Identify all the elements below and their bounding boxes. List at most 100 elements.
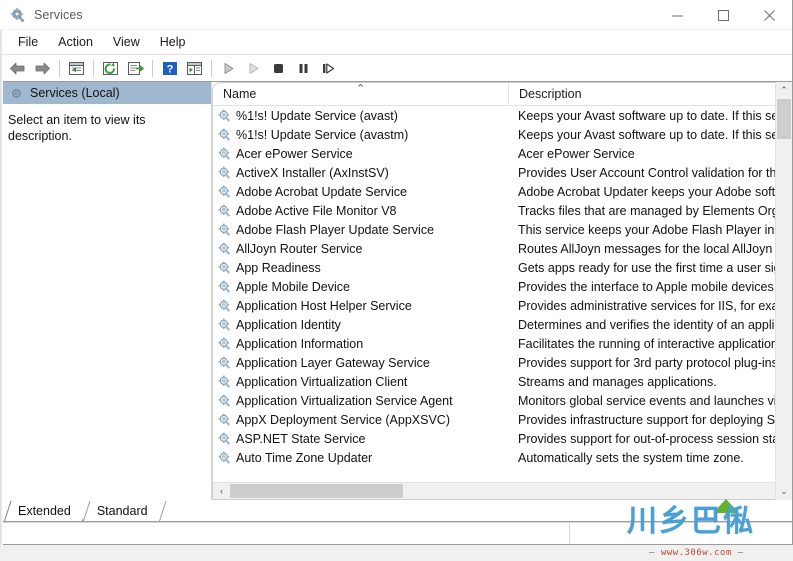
service-name-label: Apple Mobile Device <box>236 279 350 294</box>
horizontal-scroll-thumb[interactable] <box>230 484 403 498</box>
help-icon[interactable]: ? <box>158 57 181 79</box>
service-description-cell: Tracks files that are managed by Element… <box>518 203 791 218</box>
table-row[interactable]: Adobe Flash Player Update Service This se… <box>213 220 791 239</box>
service-name-cell: AppX Deployment Service (AppXSVC) <box>213 413 508 427</box>
service-name-cell: ActiveX Installer (AxInstSV) <box>213 166 508 180</box>
menu-help[interactable]: Help <box>150 33 196 52</box>
toolbar-separator-3 <box>152 59 153 77</box>
minimize-button[interactable] <box>654 0 700 30</box>
vertical-scrollbar[interactable]: ⌃ ⌄ <box>775 82 792 500</box>
back-icon[interactable] <box>6 57 29 79</box>
list-column-headers: Name ⌃ Description <box>213 83 791 106</box>
properties-icon[interactable] <box>65 57 88 79</box>
table-row[interactable]: %1!s! Update Service (avast) Keeps your A… <box>213 106 791 125</box>
table-row[interactable]: Application Host Helper Service Provides … <box>213 296 791 315</box>
service-name-label: AppX Deployment Service (AppXSVC) <box>236 412 450 427</box>
service-description-cell: Keeps your Avast software up to date. If… <box>518 127 789 142</box>
toolbar: ? <box>0 55 792 82</box>
toolbar-separator-4 <box>211 59 212 77</box>
tab-standard-label: Standard <box>96 504 148 518</box>
vertical-scroll-track[interactable] <box>776 99 792 483</box>
service-description-cell: Provides infrastructure support for depl… <box>518 412 779 427</box>
table-row[interactable]: %1!s! Update Service (avastm) Keeps your … <box>213 125 791 144</box>
show-hide-tree-icon[interactable] <box>183 57 206 79</box>
table-row[interactable]: Application Virtualization Client Streams… <box>213 372 791 391</box>
service-description-cell: Provides administrative services for IIS… <box>518 298 789 313</box>
table-row[interactable]: Application Identity Determines and verif… <box>213 315 791 334</box>
column-header-description[interactable]: Description <box>508 83 791 105</box>
service-gear-icon <box>218 185 231 198</box>
scroll-up-icon[interactable]: ⌃ <box>776 82 792 99</box>
table-row[interactable]: Acer ePower Service Acer ePower Service <box>213 144 791 163</box>
service-name-label: Adobe Active File Monitor V8 <box>236 203 397 218</box>
service-name-label: Application Virtualization Service Agent <box>236 393 453 408</box>
service-name-cell: Adobe Active File Monitor V8 <box>213 204 508 218</box>
menu-view[interactable]: View <box>103 33 150 52</box>
service-gear-icon <box>218 166 231 179</box>
sort-ascending-icon: ⌃ <box>356 83 366 95</box>
service-name-label: ASP.NET State Service <box>236 431 366 446</box>
restart-service-icon[interactable] <box>317 57 340 79</box>
maximize-button[interactable] <box>700 0 746 30</box>
tab-extended[interactable]: Extended <box>4 501 83 521</box>
tab-extended-label: Extended <box>18 504 71 518</box>
table-row[interactable]: AppX Deployment Service (AppXSVC) Provide… <box>213 410 791 429</box>
service-description-cell: Provides support for 3rd party protocol … <box>518 355 778 370</box>
table-row[interactable]: ActiveX Installer (AxInstSV) Provides Use… <box>213 163 791 182</box>
service-gear-icon <box>218 375 231 388</box>
table-row[interactable]: ASP.NET State Service Provides support fo… <box>213 429 791 448</box>
forward-icon[interactable] <box>31 57 54 79</box>
service-name-label: Auto Time Zone Updater <box>236 450 373 465</box>
service-name-label: %1!s! Update Service (avastm) <box>236 127 409 142</box>
toolbar-separator-2 <box>93 59 94 77</box>
stop-service-icon[interactable] <box>267 57 290 79</box>
service-name-cell: %1!s! Update Service (avastm) <box>213 128 508 142</box>
service-description-cell: Determines and verifies the identity of … <box>518 317 781 332</box>
service-name-cell: %1!s! Update Service (avast) <box>213 109 508 123</box>
service-gear-icon <box>218 432 231 445</box>
table-row[interactable]: Application Virtualization Service Agent… <box>213 391 791 410</box>
column-header-name[interactable]: Name ⌃ <box>213 83 508 105</box>
service-gear-icon <box>218 394 231 407</box>
tree-node-services-local[interactable]: Services (Local) <box>0 82 211 104</box>
table-row[interactable]: Adobe Active File Monitor V8 Tracks files… <box>213 201 791 220</box>
start-service-icon[interactable] <box>217 57 240 79</box>
pause-service-icon[interactable] <box>292 57 315 79</box>
table-row[interactable]: Application Layer Gateway Service Provide… <box>213 353 791 372</box>
tab-standard[interactable]: Standard <box>82 501 160 521</box>
table-row[interactable]: Application Information Facilitates the r… <box>213 334 791 353</box>
service-name-cell: Apple Mobile Device <box>213 280 508 294</box>
service-description-cell: This service keeps your Adobe Flash Play… <box>518 222 791 237</box>
vertical-scroll-thumb[interactable] <box>777 99 791 139</box>
status-secondary <box>570 523 792 544</box>
horizontal-scroll-track[interactable] <box>230 483 774 499</box>
scroll-left-icon[interactable]: ‹ <box>213 483 230 499</box>
table-row[interactable]: AllJoyn Router Service Routes AllJoyn mes… <box>213 239 791 258</box>
menu-action[interactable]: Action <box>48 33 103 52</box>
menu-file[interactable]: File <box>8 33 48 52</box>
view-tabs: Extended Standard <box>0 500 792 522</box>
table-row[interactable]: Auto Time Zone Updater Automatically sets… <box>213 448 791 467</box>
table-row[interactable]: App Readiness Gets apps ready for use the… <box>213 258 791 277</box>
service-gear-icon <box>218 204 231 217</box>
close-button[interactable] <box>746 0 792 30</box>
scroll-down-icon[interactable]: ⌄ <box>776 483 792 500</box>
service-gear-icon <box>218 223 231 236</box>
service-name-label: Acer ePower Service <box>236 146 353 161</box>
horizontal-scrollbar[interactable]: ‹ › <box>213 482 791 499</box>
refresh-icon[interactable] <box>99 57 122 79</box>
service-name-cell: Adobe Acrobat Update Service <box>213 185 508 199</box>
window-controls <box>654 0 792 30</box>
export-list-icon[interactable] <box>124 57 147 79</box>
service-name-cell: Adobe Flash Player Update Service <box>213 223 508 237</box>
service-name-cell: Application Virtualization Service Agent <box>213 394 508 408</box>
service-description-cell: Acer ePower Service <box>518 146 635 161</box>
column-header-description-label: Description <box>519 87 582 101</box>
service-name-cell: Application Layer Gateway Service <box>213 356 508 370</box>
title-bar: Services <box>0 0 792 30</box>
service-name-cell: ASP.NET State Service <box>213 432 508 446</box>
list-view: Name ⌃ Description %1!s! Update Service … <box>212 82 792 500</box>
table-row[interactable]: Apple Mobile Device Provides the interfac… <box>213 277 791 296</box>
resume-service-icon[interactable] <box>242 57 265 79</box>
table-row[interactable]: Adobe Acrobat Update Service Adobe Acroba… <box>213 182 791 201</box>
